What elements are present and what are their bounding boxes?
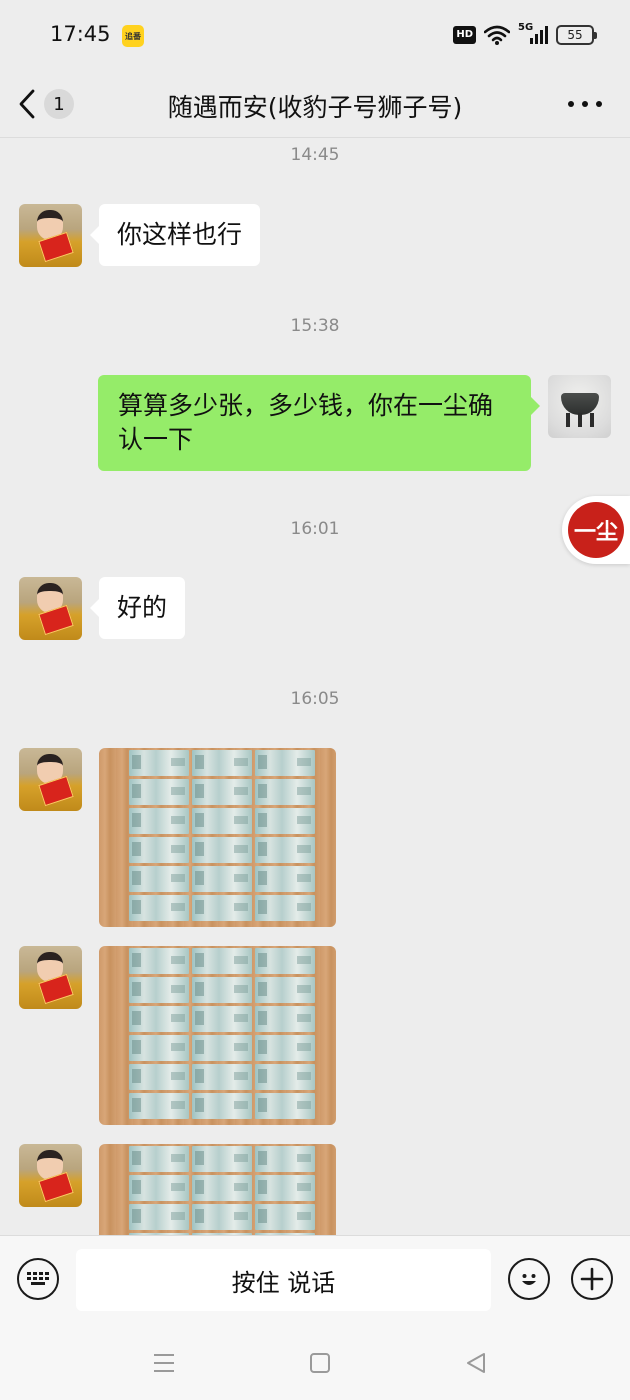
status-bar: 17:45 追番 HD 5G 55	[0, 0, 630, 70]
contact-avatar[interactable]	[19, 577, 82, 640]
hd-voice-icon: HD	[453, 26, 476, 44]
emoji-icon	[522, 1274, 536, 1285]
more-options-button[interactable]	[568, 92, 602, 116]
status-time: 17:45	[50, 22, 111, 46]
wifi-icon	[484, 25, 510, 45]
banknote-sheet-photo	[129, 948, 315, 1119]
message-timestamp: 15:38	[290, 316, 340, 336]
image-message[interactable]	[99, 748, 336, 927]
more-functions-button[interactable]	[571, 1258, 613, 1300]
signal-icon: 5G	[518, 22, 548, 46]
floating-app-badge[interactable]: 一尘	[562, 496, 630, 564]
chat-title: 随遇而安(收豹子号狮子号)	[167, 93, 463, 122]
battery-icon: 55	[556, 25, 597, 45]
plus-icon	[580, 1267, 604, 1291]
banknote-sheet-photo	[129, 750, 315, 921]
outgoing-message[interactable]: 算算多少张，多少钱，你在一尘确 认一下	[98, 375, 540, 471]
message-timestamp: 16:05	[290, 689, 340, 709]
message-line: 认一下	[118, 425, 194, 454]
input-bar: 按住 说话	[0, 1235, 630, 1325]
contact-avatar[interactable]	[19, 204, 82, 267]
contact-avatar[interactable]	[19, 1144, 82, 1207]
yichen-seal-icon: 一尘	[568, 502, 624, 558]
recent-apps-button[interactable]	[150, 1349, 178, 1377]
incoming-message[interactable]: 你这样也行	[89, 204, 261, 266]
banknote-sheet-photo	[129, 1146, 315, 1235]
chat-header: 1 随遇而安(收豹子号狮子号)	[0, 70, 630, 138]
system-back-button[interactable]	[462, 1349, 490, 1377]
chat-messages[interactable]: 14:45 你这样也行 15:38 算算多少张，多少钱，你在一尘确 认一下 16…	[0, 139, 630, 1235]
hold-to-talk-button[interactable]: 按住 说话	[76, 1249, 491, 1311]
message-line: 算算多少张，多少钱，你在一尘确	[118, 391, 494, 420]
keyboard-icon	[27, 1272, 49, 1285]
system-navigation-bar	[0, 1325, 630, 1400]
menu-icon	[154, 1354, 174, 1372]
my-avatar[interactable]	[548, 375, 611, 438]
image-message[interactable]	[99, 946, 336, 1125]
keyboard-toggle-button[interactable]	[17, 1258, 59, 1300]
contact-avatar[interactable]	[19, 946, 82, 1009]
message-timestamp: 16:01	[290, 519, 340, 539]
triangle-back-icon	[467, 1353, 485, 1373]
home-button[interactable]	[306, 1349, 334, 1377]
emoji-button[interactable]	[508, 1258, 550, 1300]
square-icon	[310, 1353, 330, 1373]
image-message[interactable]	[99, 1144, 336, 1235]
contact-avatar[interactable]	[19, 748, 82, 811]
incoming-message[interactable]: 好的	[89, 577, 186, 639]
app-notification-icon: 追番	[122, 25, 144, 47]
more-dots-icon	[568, 101, 574, 107]
message-timestamp: 14:45	[290, 145, 340, 165]
status-icons: HD 5G 55	[453, 22, 597, 46]
